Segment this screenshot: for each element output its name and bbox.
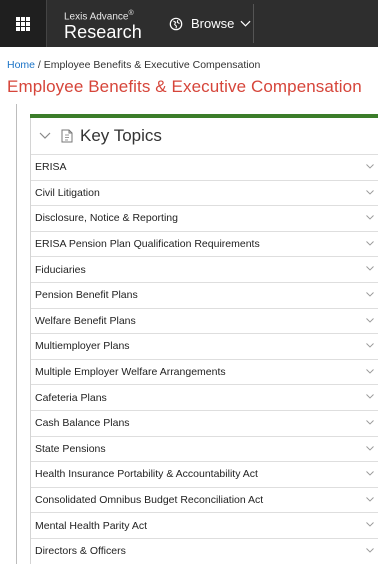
topic-label: ERISA Pension Plan Qualification Require… bbox=[35, 238, 260, 251]
topic-label: Disclosure, Notice & Reporting bbox=[35, 212, 178, 225]
topic-row[interactable]: Multiple Employer Welfare Arrangements bbox=[31, 358, 378, 385]
browse-label: Browse bbox=[191, 16, 235, 31]
breadcrumb-current: Employee Benefits & Executive Compensati… bbox=[43, 59, 261, 71]
chevron-down-icon[interactable] bbox=[366, 343, 374, 348]
chevron-down-icon[interactable] bbox=[366, 292, 374, 297]
chevron-down-icon[interactable] bbox=[366, 445, 374, 451]
topic-row[interactable]: Disclosure, Notice & Reporting bbox=[31, 205, 378, 231]
content-border bbox=[16, 104, 17, 564]
topic-label: Cafeteria Plans bbox=[35, 391, 107, 404]
topic-row[interactable]: Pension Benefit Plans bbox=[31, 281, 378, 308]
topic-label: Civil Litigation bbox=[35, 186, 100, 199]
chevron-down-icon[interactable] bbox=[366, 240, 374, 246]
chevron-down-icon bbox=[240, 20, 251, 27]
chevron-down-icon[interactable] bbox=[366, 317, 374, 323]
breadcrumb: Home / Employee Benefits & Executive Com… bbox=[7, 59, 260, 71]
topic-row[interactable]: Welfare Benefit Plans bbox=[31, 307, 378, 334]
topic-label: Health Insurance Portability & Accountab… bbox=[35, 468, 258, 481]
topic-row[interactable]: Fiduciaries bbox=[31, 256, 378, 282]
topic-label: Welfare Benefit Plans bbox=[35, 314, 136, 327]
chevron-down-icon[interactable] bbox=[39, 132, 51, 140]
browse-menu-button[interactable]: Browse bbox=[169, 0, 251, 47]
chevron-down-icon[interactable] bbox=[366, 215, 374, 220]
chevron-down-icon[interactable] bbox=[366, 266, 374, 272]
key-topics-title: Key Topics bbox=[80, 126, 162, 145]
breadcrumb-home-link[interactable]: Home bbox=[7, 59, 35, 71]
globe-icon bbox=[169, 17, 183, 30]
topic-label: Mental Health Parity Act bbox=[35, 519, 148, 532]
chevron-down-icon[interactable] bbox=[366, 522, 374, 527]
topic-label: Multiemployer Plans bbox=[35, 340, 130, 353]
topic-row[interactable]: Multiemployer Plans bbox=[31, 333, 378, 359]
header-divider bbox=[253, 4, 254, 43]
topic-row[interactable]: ERISA bbox=[31, 154, 378, 180]
key-topics-header[interactable]: Key Topics bbox=[30, 118, 378, 154]
breadcrumb-separator: / bbox=[35, 59, 44, 71]
chevron-down-icon[interactable] bbox=[366, 368, 374, 374]
document-icon bbox=[61, 129, 73, 143]
topic-label: Fiduciaries bbox=[35, 263, 86, 276]
topic-label: Pension Benefit Plans bbox=[35, 289, 138, 302]
chevron-down-icon[interactable] bbox=[366, 496, 374, 502]
chevron-down-icon[interactable] bbox=[366, 471, 374, 476]
brand-logo[interactable]: Lexis Advance® Research bbox=[47, 0, 153, 47]
topic-label: Consolidated Omnibus Budget Reconciliati… bbox=[35, 494, 264, 507]
topic-row[interactable]: Mental Health Parity Act bbox=[31, 512, 378, 538]
key-topics-panel: Key Topics ERISA Civil Litigation Disclosu… bbox=[30, 114, 378, 564]
brand-product-name: Research bbox=[64, 22, 142, 43]
grid-icon bbox=[16, 16, 30, 31]
chevron-down-icon[interactable] bbox=[366, 189, 374, 195]
chevron-down-icon[interactable] bbox=[366, 420, 374, 425]
topic-label: Directors & Officers bbox=[35, 545, 126, 558]
topic-row[interactable]: ERISA Pension Plan Qualification Require… bbox=[31, 230, 378, 257]
chevron-down-icon[interactable] bbox=[366, 548, 374, 553]
topic-row[interactable]: Directors & Officers bbox=[31, 537, 378, 564]
topic-row[interactable]: Cafeteria Plans bbox=[31, 384, 378, 410]
chevron-down-icon[interactable] bbox=[366, 394, 374, 399]
topic-row[interactable]: Consolidated Omnibus Budget Reconciliati… bbox=[31, 486, 378, 513]
topic-label: Multiple Employer Welfare Arrangements bbox=[35, 366, 226, 379]
topic-row[interactable]: State Pensions bbox=[31, 435, 378, 462]
topic-row[interactable]: Cash Balance Plans bbox=[31, 409, 378, 436]
topic-label: Cash Balance Plans bbox=[35, 417, 130, 430]
page-title: Employee Benefits & Executive Compensati… bbox=[7, 77, 362, 96]
apps-menu-button[interactable] bbox=[0, 0, 47, 47]
topic-row[interactable]: Health Insurance Portability & Accountab… bbox=[31, 461, 378, 487]
topic-label: State Pensions bbox=[35, 442, 106, 455]
brand-prefix: Lexis Advance® bbox=[64, 10, 134, 23]
topic-list: ERISA Civil Litigation Disclosure, Notice … bbox=[30, 154, 378, 564]
top-navigation-bar: Lexis Advance® Research Browse bbox=[0, 0, 378, 47]
topic-row[interactable]: Civil Litigation bbox=[31, 179, 378, 206]
topic-label: ERISA bbox=[35, 161, 67, 174]
chevron-down-icon[interactable] bbox=[366, 164, 374, 169]
